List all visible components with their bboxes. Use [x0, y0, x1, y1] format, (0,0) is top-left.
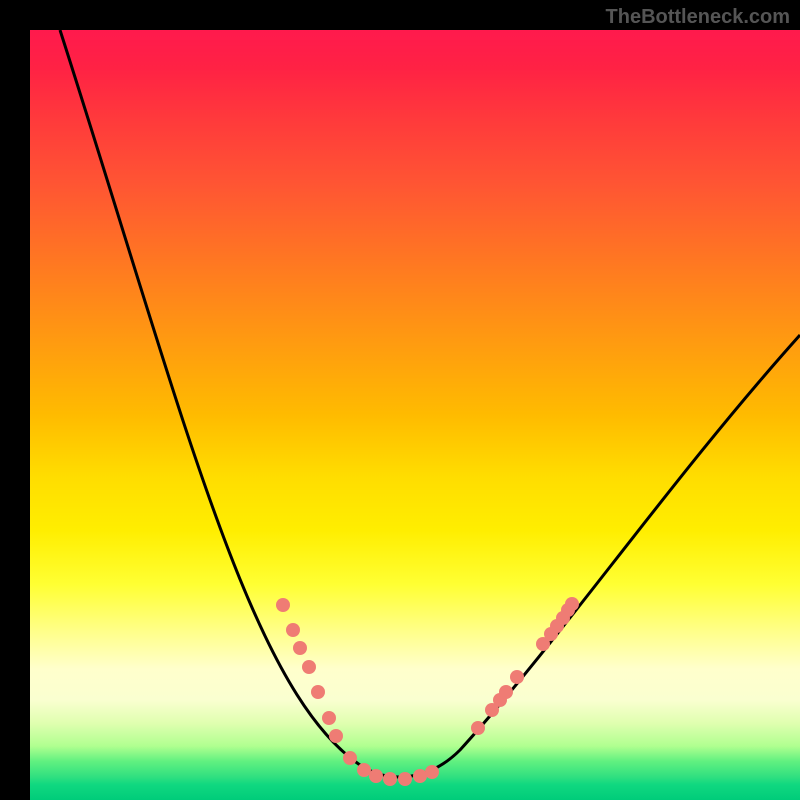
data-marker	[329, 729, 343, 743]
data-marker	[383, 772, 397, 786]
chart-plot-area	[30, 30, 800, 800]
data-marker	[302, 660, 316, 674]
data-marker	[413, 769, 427, 783]
data-marker	[471, 721, 485, 735]
data-marker	[565, 597, 579, 611]
data-marker	[425, 765, 439, 779]
marker-group	[276, 597, 579, 786]
data-marker	[343, 751, 357, 765]
data-marker	[293, 641, 307, 655]
data-marker	[311, 685, 325, 699]
data-marker	[276, 598, 290, 612]
data-marker	[322, 711, 336, 725]
data-marker	[510, 670, 524, 684]
bottleneck-curve	[60, 30, 800, 777]
watermark-text: TheBottleneck.com	[606, 6, 790, 29]
data-marker	[398, 772, 412, 786]
data-marker	[499, 685, 513, 699]
curve-overlay	[30, 30, 800, 800]
data-marker	[357, 763, 371, 777]
data-marker	[286, 623, 300, 637]
data-marker	[369, 769, 383, 783]
